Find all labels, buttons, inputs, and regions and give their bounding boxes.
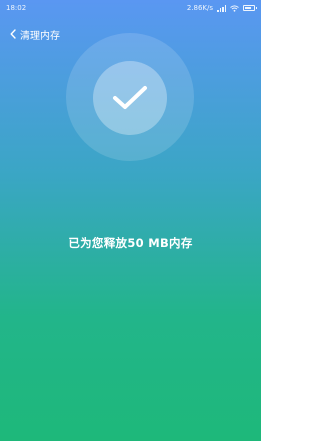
chevron-left-icon xyxy=(10,29,16,39)
network-speed: 2.86K/s xyxy=(186,4,213,12)
status-indicators: 2.86K/s xyxy=(186,4,257,12)
signal-icon xyxy=(217,4,226,12)
back-button[interactable] xyxy=(0,24,20,44)
page-title: 清理内存 xyxy=(20,30,60,42)
result-message: 已为您释放50 MB内存 xyxy=(68,236,193,250)
status-time: 18:02 xyxy=(6,4,27,12)
status-bar: 18:02 2.86K/s xyxy=(0,0,261,16)
memory-clean-result-screen: 18:02 2.86K/s 清理内存 已为您释放50 MB内存 xyxy=(0,0,261,441)
result-badge xyxy=(93,61,167,135)
wifi-icon xyxy=(230,4,239,12)
battery-icon xyxy=(243,5,257,11)
checkmark-icon xyxy=(113,86,147,109)
